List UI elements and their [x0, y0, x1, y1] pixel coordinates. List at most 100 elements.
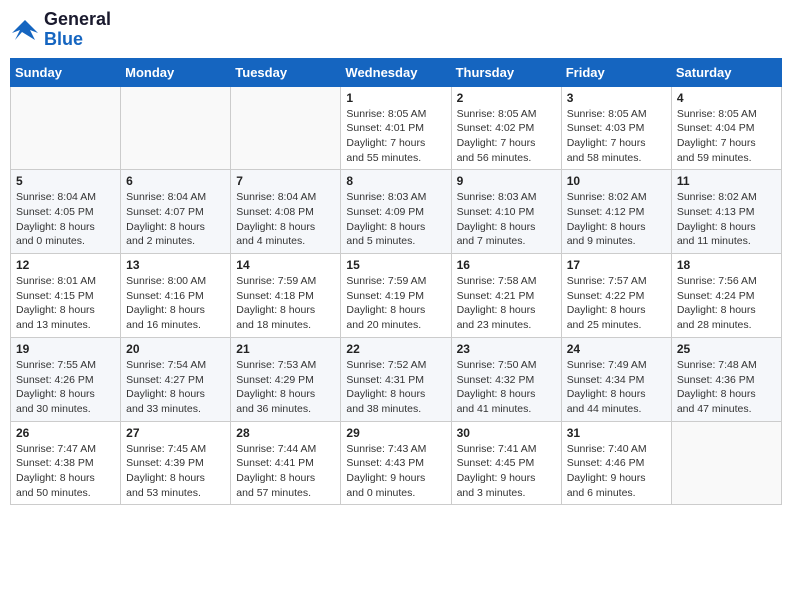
logo-general: General: [44, 9, 111, 29]
calendar-day-cell: 29Sunrise: 7:43 AM Sunset: 4:43 PM Dayli…: [341, 421, 451, 505]
weekday-header: Saturday: [671, 58, 781, 86]
day-number: 15: [346, 258, 445, 272]
day-info: Sunrise: 7:58 AM Sunset: 4:21 PM Dayligh…: [457, 274, 556, 333]
calendar-day-cell: 23 Sunrise: 7:50 AM Sunset: 4:32 PM Dayli…: [451, 337, 561, 421]
day-number: 22: [346, 342, 445, 356]
day-info: Sunrise: 7:41 AM Sunset: 4:45 PM Dayligh…: [457, 442, 556, 501]
day-info: Sunrise: 7:47 AM Sunset: 4:38 PM Dayligh…: [16, 442, 115, 501]
calendar-day-cell: 12 Sunrise: 8:01 AM Sunset: 4:15 PM Dayli…: [11, 254, 121, 338]
calendar-day-cell: 17 Sunrise: 7:57 AM Sunset: 4:22 PM Dayli…: [561, 254, 671, 338]
calendar-day-cell: 31 Sunrise: 7:40 AM Sunset: 4:46 PM Dayli…: [561, 421, 671, 505]
weekday-header: Wednesday: [341, 58, 451, 86]
day-info: Sunrise: 7:56 AM Sunset: 4:24 PM Dayligh…: [677, 274, 776, 333]
calendar-day-cell: 9 Sunrise: 8:03 AM Sunset: 4:10 PM Daylig…: [451, 170, 561, 254]
day-number: 21: [236, 342, 335, 356]
day-info: Sunrise: 7:52 AM Sunset: 4:31 PM Dayligh…: [346, 358, 445, 417]
day-info: Sunrise: 7:40 AM Sunset: 4:46 PM Dayligh…: [567, 442, 666, 501]
calendar-day-cell: 4 Sunrise: 8:05 AM Sunset: 4:04 PM Daylig…: [671, 86, 781, 170]
day-info: Sunrise: 8:05 AM Sunset: 4:02 PM Dayligh…: [457, 107, 556, 166]
calendar-day-cell: 2 Sunrise: 8:05 AM Sunset: 4:02 PM Daylig…: [451, 86, 561, 170]
calendar-day-cell: 22 Sunrise: 7:52 AM Sunset: 4:31 PM Dayli…: [341, 337, 451, 421]
calendar-day-cell: 8 Sunrise: 8:03 AM Sunset: 4:09 PM Daylig…: [341, 170, 451, 254]
day-info: Sunrise: 8:03 AM Sunset: 4:10 PM Dayligh…: [457, 190, 556, 249]
day-number: 14: [236, 258, 335, 272]
calendar-table: SundayMondayTuesdayWednesdayThursdayFrid…: [10, 58, 782, 506]
calendar-day-cell: 6 Sunrise: 8:04 AM Sunset: 4:07 PM Daylig…: [121, 170, 231, 254]
day-number: 9: [457, 174, 556, 188]
weekday-header: Monday: [121, 58, 231, 86]
day-info: Sunrise: 8:02 AM Sunset: 4:12 PM Dayligh…: [567, 190, 666, 249]
day-number: 23: [457, 342, 556, 356]
day-info: Sunrise: 8:03 AM Sunset: 4:09 PM Dayligh…: [346, 190, 445, 249]
day-info: Sunrise: 8:05 AM Sunset: 4:01 PM Dayligh…: [346, 107, 445, 166]
calendar-day-cell: 15 Sunrise: 7:59 AM Sunset: 4:19 PM Dayli…: [341, 254, 451, 338]
day-number: 10: [567, 174, 666, 188]
day-number: 8: [346, 174, 445, 188]
weekday-header: Sunday: [11, 58, 121, 86]
calendar-day-cell: 24Sunrise: 7:49 AM Sunset: 4:34 PM Dayli…: [561, 337, 671, 421]
calendar-day-cell: [671, 421, 781, 505]
day-info: Sunrise: 7:59 AM Sunset: 4:18 PM Dayligh…: [236, 274, 335, 333]
calendar-day-cell: 14 Sunrise: 7:59 AM Sunset: 4:18 PM Dayli…: [231, 254, 341, 338]
calendar-day-cell: 26 Sunrise: 7:47 AM Sunset: 4:38 PM Dayli…: [11, 421, 121, 505]
calendar-day-cell: 10 Sunrise: 8:02 AM Sunset: 4:12 PM Dayli…: [561, 170, 671, 254]
day-info: Sunrise: 7:48 AM Sunset: 4:36 PM Dayligh…: [677, 358, 776, 417]
calendar-day-cell: [121, 86, 231, 170]
logo-blue: Blue: [44, 29, 83, 49]
day-number: 6: [126, 174, 225, 188]
day-number: 27: [126, 426, 225, 440]
day-number: 16: [457, 258, 556, 272]
calendar-day-cell: 28 Sunrise: 7:44 AM Sunset: 4:41 PM Dayli…: [231, 421, 341, 505]
calendar-day-cell: 11Sunrise: 8:02 AM Sunset: 4:13 PM Dayli…: [671, 170, 781, 254]
day-number: 30: [457, 426, 556, 440]
calendar-day-cell: [11, 86, 121, 170]
day-info: Sunrise: 7:53 AM Sunset: 4:29 PM Dayligh…: [236, 358, 335, 417]
day-info: Sunrise: 7:54 AM Sunset: 4:27 PM Dayligh…: [126, 358, 225, 417]
logo: General Blue: [10, 10, 111, 50]
calendar-day-cell: 1 Sunrise: 8:05 AM Sunset: 4:01 PM Daylig…: [341, 86, 451, 170]
day-info: Sunrise: 7:59 AM Sunset: 4:19 PM Dayligh…: [346, 274, 445, 333]
day-number: 13: [126, 258, 225, 272]
day-number: 7: [236, 174, 335, 188]
page-header: General Blue: [10, 10, 782, 50]
day-info: Sunrise: 8:01 AM Sunset: 4:15 PM Dayligh…: [16, 274, 115, 333]
day-number: 26: [16, 426, 115, 440]
calendar-day-cell: 20 Sunrise: 7:54 AM Sunset: 4:27 PM Dayli…: [121, 337, 231, 421]
day-number: 31: [567, 426, 666, 440]
day-number: 28: [236, 426, 335, 440]
calendar-day-cell: 19Sunrise: 7:55 AM Sunset: 4:26 PM Dayli…: [11, 337, 121, 421]
calendar-week-row: 19Sunrise: 7:55 AM Sunset: 4:26 PM Dayli…: [11, 337, 782, 421]
weekday-header: Thursday: [451, 58, 561, 86]
day-info: Sunrise: 7:57 AM Sunset: 4:22 PM Dayligh…: [567, 274, 666, 333]
calendar-week-row: 1 Sunrise: 8:05 AM Sunset: 4:01 PM Daylig…: [11, 86, 782, 170]
day-number: 17: [567, 258, 666, 272]
day-number: 24: [567, 342, 666, 356]
day-number: 1: [346, 91, 445, 105]
day-info: Sunrise: 8:00 AM Sunset: 4:16 PM Dayligh…: [126, 274, 225, 333]
day-number: 11: [677, 174, 776, 188]
day-number: 12: [16, 258, 115, 272]
day-number: 2: [457, 91, 556, 105]
day-number: 4: [677, 91, 776, 105]
day-number: 20: [126, 342, 225, 356]
calendar-day-cell: 5 Sunrise: 8:04 AM Sunset: 4:05 PM Daylig…: [11, 170, 121, 254]
calendar-day-cell: 30 Sunrise: 7:41 AM Sunset: 4:45 PM Dayli…: [451, 421, 561, 505]
calendar-day-cell: 3Sunrise: 8:05 AM Sunset: 4:03 PM Daylig…: [561, 86, 671, 170]
calendar-day-cell: 13 Sunrise: 8:00 AM Sunset: 4:16 PM Dayli…: [121, 254, 231, 338]
calendar-day-cell: 18Sunrise: 7:56 AM Sunset: 4:24 PM Dayli…: [671, 254, 781, 338]
calendar-day-cell: 25Sunrise: 7:48 AM Sunset: 4:36 PM Dayli…: [671, 337, 781, 421]
day-info: Sunrise: 8:04 AM Sunset: 4:05 PM Dayligh…: [16, 190, 115, 249]
calendar-day-cell: 21 Sunrise: 7:53 AM Sunset: 4:29 PM Dayli…: [231, 337, 341, 421]
calendar-week-row: 5 Sunrise: 8:04 AM Sunset: 4:05 PM Daylig…: [11, 170, 782, 254]
day-number: 5: [16, 174, 115, 188]
day-info: Sunrise: 8:05 AM Sunset: 4:04 PM Dayligh…: [677, 107, 776, 166]
day-info: Sunrise: 8:04 AM Sunset: 4:07 PM Dayligh…: [126, 190, 225, 249]
calendar-day-cell: [231, 86, 341, 170]
day-number: 29: [346, 426, 445, 440]
calendar-header-row: SundayMondayTuesdayWednesdayThursdayFrid…: [11, 58, 782, 86]
day-info: Sunrise: 7:55 AM Sunset: 4:26 PM Dayligh…: [16, 358, 115, 417]
day-info: Sunrise: 7:50 AM Sunset: 4:32 PM Dayligh…: [457, 358, 556, 417]
calendar-week-row: 12 Sunrise: 8:01 AM Sunset: 4:15 PM Dayli…: [11, 254, 782, 338]
calendar-week-row: 26 Sunrise: 7:47 AM Sunset: 4:38 PM Dayli…: [11, 421, 782, 505]
day-info: Sunrise: 7:44 AM Sunset: 4:41 PM Dayligh…: [236, 442, 335, 501]
